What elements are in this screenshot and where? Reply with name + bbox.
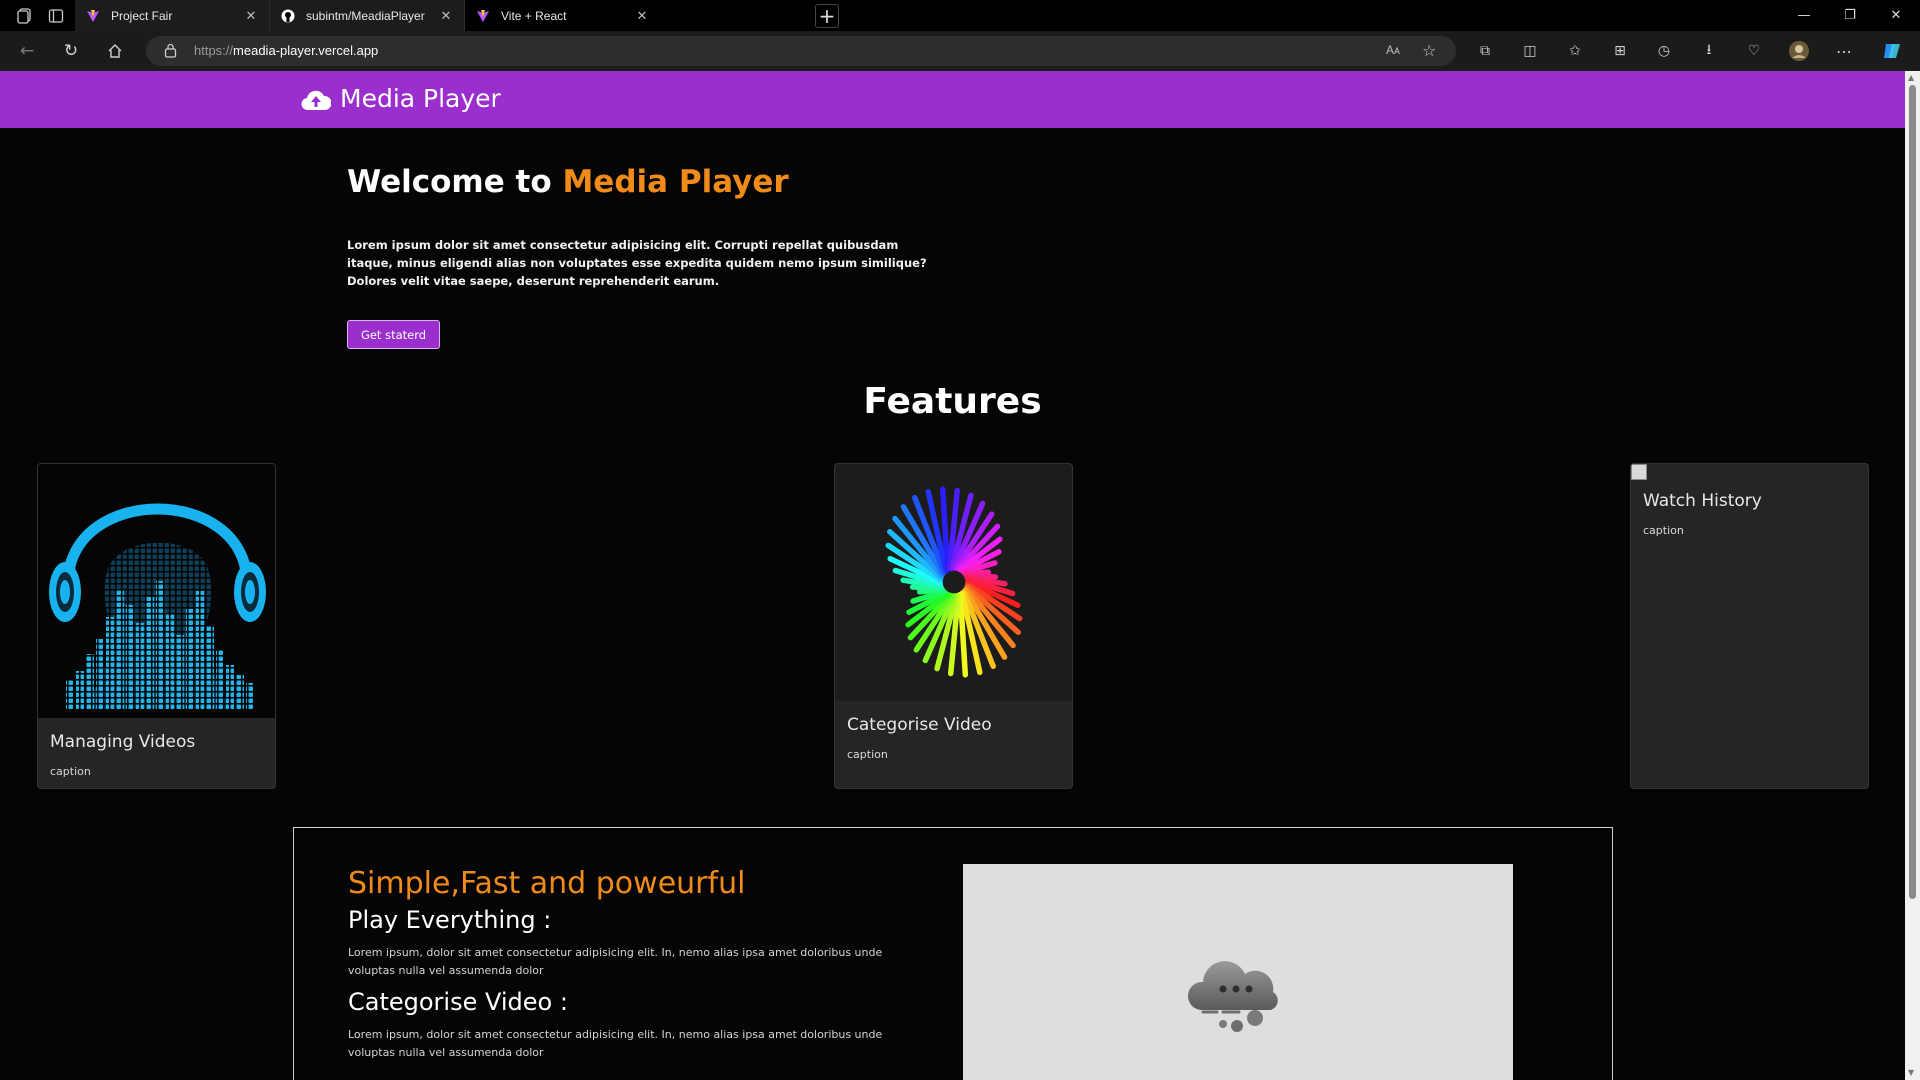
equalizer-bar [216,649,224,709]
cloud-loading-icon [1187,961,1278,1032]
downloads-icon[interactable]: ⭳ [1697,39,1721,63]
equalizer-bar [126,605,134,709]
headphones-equalizer-image [38,464,275,718]
app-navbar: Media Player [0,71,1905,128]
performance-icon[interactable]: ♡ [1742,39,1766,63]
card-title: Watch History [1643,491,1762,511]
refresh-icon[interactable]: ↻ [58,39,84,63]
promo-title: Simple,Fast and poweurful [348,866,746,901]
equalizer-bar [176,635,184,709]
vite-icon [475,8,491,24]
equalizer-bar [146,597,154,709]
tab-github[interactable]: subintm/MeadiaPlayer ✕ [270,0,465,31]
equalizer-bar [246,683,254,709]
address-bar[interactable]: https://meadia-player.vercel.app Aᴀ ☆ [146,36,1456,66]
tab-vite-react[interactable]: Vite + React ✕ [465,0,660,31]
equalizer-bar [156,581,164,709]
page-viewport: Media Player Welcome to Media Player Lor… [0,71,1905,1080]
welcome-title: Welcome to Media Player [347,164,789,200]
extensions-icon[interactable]: ⧉ [1473,39,1497,63]
url-host: meadia-player.vercel.app [233,43,379,58]
favorites-icon[interactable]: ✩ [1563,39,1587,63]
more-menu-icon[interactable]: ⋯ [1832,39,1856,63]
lock-icon[interactable] [164,43,177,62]
promo-text-categorise: Lorem ipsum, dolor sit amet consectetur … [348,1028,883,1059]
feature-card-managing-videos[interactable]: Managing Videos caption [37,463,276,789]
equalizer-bar [196,591,204,709]
tab-title: Vite + React [501,8,567,23]
welcome-prefix: Welcome to [347,164,563,200]
equalizer-bar [66,679,74,709]
scroll-down-icon[interactable]: ▼ [1908,1068,1914,1077]
url-text[interactable]: https://meadia-player.vercel.app [194,43,378,58]
scroll-up-icon[interactable]: ▲ [1908,73,1914,82]
features-title: Features [863,381,1042,422]
equalizer-bar [116,589,124,709]
url-protocol: https:// [194,43,234,58]
promo-text-play: Lorem ipsum, dolor sit amet consectetur … [348,946,883,977]
feature-card-watch-history[interactable]: Watch History caption [1630,463,1869,789]
equalizer-bar [236,675,244,709]
scrollbar-thumb[interactable] [1909,85,1916,899]
favorite-star-icon[interactable]: ☆ [1422,41,1436,60]
close-window-icon[interactable]: ✕ [1873,0,1919,31]
cloud-upload-icon[interactable] [301,88,332,112]
brand-name[interactable]: Media Player [340,84,501,113]
card-caption: caption [50,765,91,778]
close-icon[interactable]: ✕ [634,8,650,24]
video-embed[interactable] [963,864,1513,1080]
equalizer-bar [96,639,104,709]
tab-title: subintm/MeadiaPlayer [306,8,425,23]
tab-actions-icon[interactable] [46,6,66,26]
card-caption: caption [847,748,888,761]
promo-heading-categorise: Categorise Video : [348,988,568,1016]
promo-section: Simple,Fast and poweurful Play Everythin… [293,827,1613,1080]
welcome-accent: Media Player [562,164,789,200]
promo-heading-play: Play Everything : [348,906,552,934]
profile-avatar[interactable] [1787,39,1811,63]
copilot-icon[interactable] [1880,39,1904,63]
tab-title: Project Fair [111,8,173,23]
new-tab-button[interactable]: + [815,4,839,28]
equalizer-bar [106,617,114,709]
equalizer-bar [206,625,214,709]
equalizer-bar [226,665,234,709]
card-title: Categorise Video [847,715,992,735]
equalizer-bar [136,623,144,709]
feature-card-categorise-video[interactable]: Categorise Video caption [834,463,1073,789]
page-scrollbar[interactable]: ▲ ▼ [1905,71,1920,1080]
browser-tab-bar: Project Fair ✕ subintm/MeadiaPlayer ✕ Vi… [0,0,1920,31]
workspaces-icon[interactable] [15,6,35,26]
minimize-icon[interactable]: — [1781,0,1827,31]
restore-icon[interactable]: ❐ [1827,0,1873,31]
rainbow-spiral-image [835,464,1072,701]
tab-project-fair[interactable]: Project Fair ✕ [75,0,270,31]
get-started-button[interactable]: Get staterd [347,320,440,349]
equalizer-bar [76,671,84,709]
equalizer-bar [86,654,94,709]
history-icon[interactable]: ◷ [1652,39,1676,63]
equalizer-bar [186,609,194,709]
read-aloud-icon[interactable]: Aᴀ [1386,43,1400,57]
close-icon[interactable]: ✕ [243,8,259,24]
card-title: Managing Videos [50,732,196,752]
close-icon[interactable]: ✕ [438,8,454,24]
equalizer-bar [166,613,174,709]
broken-image-icon [1631,464,1647,480]
collections-icon[interactable]: ⊞ [1608,39,1632,63]
back-icon[interactable]: ← [14,39,40,63]
home-icon[interactable] [102,39,128,63]
card-caption: caption [1643,524,1684,537]
vite-icon [85,8,101,24]
browser-toolbar: ← ↻ https://meadia-player.vercel.app Aᴀ … [0,31,1920,71]
split-screen-icon[interactable]: ◫ [1518,39,1542,63]
welcome-description: Lorem ipsum dolor sit amet consectetur a… [347,238,927,288]
github-icon [280,8,296,24]
